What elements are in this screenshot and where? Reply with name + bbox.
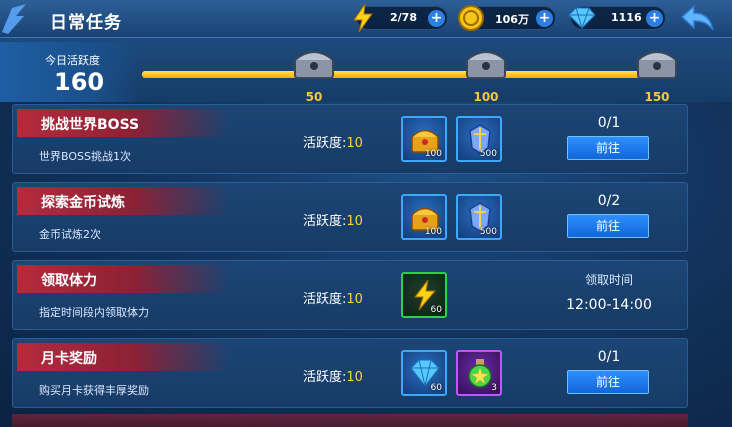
reward-count: 60 <box>430 305 442 315</box>
task-description: 指定时间段内领取体力 <box>39 306 149 319</box>
task-name: 挑战世界BOSS <box>17 109 229 137</box>
reward-count: 3 <box>491 383 497 393</box>
add-gold-button[interactable]: + <box>536 10 553 27</box>
stamina-value: 2/78 <box>390 11 417 24</box>
chest-icon <box>637 51 677 79</box>
stamina-counter: 2/78 + <box>353 3 448 33</box>
task-description: 金币试炼2次 <box>39 228 101 241</box>
task-name: 月卡奖励 <box>17 343 229 371</box>
gold-counter: 106万 + <box>458 5 556 31</box>
milestone-50[interactable]: 50 <box>284 46 344 104</box>
milestone-label: 50 <box>305 90 323 104</box>
lightning-icon <box>353 3 373 33</box>
go-button[interactable]: 前往 <box>567 370 649 394</box>
diamond-value: 1116 <box>611 11 642 24</box>
diamond-counter: 1116 + <box>568 6 666 30</box>
task-row-monthly-card: 月卡奖励 购买月卡获得丰厚奖励 活跃度:10 60 3 0/1 前往 <box>12 338 688 408</box>
activity-section: 今日活跃度 160 50 100 150 <box>0 38 732 104</box>
points-label: 活跃度: <box>303 370 347 385</box>
points-value: 10 <box>346 136 363 151</box>
points-value: 10 <box>346 214 363 229</box>
task-description: 世界BOSS挑战1次 <box>39 150 131 163</box>
task-name: 探索金币试炼 <box>17 187 229 215</box>
task-progress: 0/2 <box>597 193 621 209</box>
points-value: 10 <box>346 370 363 385</box>
task-points: 活跃度:10 <box>303 132 363 151</box>
reward-treasure[interactable]: 100 <box>401 194 447 240</box>
milestone-label: 150 <box>644 90 670 104</box>
activity-progress-fill <box>142 71 668 78</box>
milestone-100[interactable]: 100 <box>456 46 516 104</box>
task-list: 挑战世界BOSS 世界BOSS挑战1次 活跃度:10 100 500 0/1 前… <box>12 104 688 427</box>
points-value: 10 <box>346 292 363 307</box>
go-button[interactable]: 前往 <box>567 214 649 238</box>
task-points: 活跃度:10 <box>303 210 363 229</box>
wing-logo-icon <box>2 4 26 34</box>
task-row-world-boss: 挑战世界BOSS 世界BOSS挑战1次 活跃度:10 100 500 0/1 前… <box>12 104 688 174</box>
points-label: 活跃度: <box>303 292 347 307</box>
reward-count: 100 <box>424 149 442 159</box>
reward-count: 500 <box>479 149 497 159</box>
reward-armor[interactable]: 500 <box>456 194 502 240</box>
claim-time-value: 12:00-14:00 <box>566 297 652 313</box>
reward-count: 60 <box>430 383 442 393</box>
go-button[interactable]: 前往 <box>567 136 649 160</box>
reward-diamond[interactable]: 60 <box>401 350 447 396</box>
page-title: 日常任务 <box>50 13 122 33</box>
milestone-label: 100 <box>473 90 499 104</box>
task-row-claim-stamina: 领取体力 指定时间段内领取体力 活跃度:10 60 领取时间 12:00-14:… <box>12 260 688 330</box>
reward-count: 500 <box>479 227 497 237</box>
today-activity-value: 160 <box>54 68 105 96</box>
today-activity-label: 今日活跃度 <box>45 54 100 67</box>
task-name: 领取体力 <box>17 265 229 293</box>
reward-count: 100 <box>424 227 442 237</box>
reward-armor[interactable]: 500 <box>456 116 502 162</box>
points-label: 活跃度: <box>303 214 347 229</box>
gold-value: 106万 <box>495 13 529 26</box>
chest-icon <box>294 51 334 79</box>
reward-potion[interactable]: 3 <box>456 350 502 396</box>
next-task-edge <box>12 414 688 427</box>
add-diamond-button[interactable]: + <box>646 10 663 27</box>
task-points: 活跃度:10 <box>303 366 363 385</box>
milestone-150[interactable]: 150 <box>627 46 687 104</box>
task-progress: 0/1 <box>597 349 621 365</box>
reward-treasure[interactable]: 100 <box>401 116 447 162</box>
points-label: 活跃度: <box>303 136 347 151</box>
back-arrow-icon[interactable] <box>680 4 716 32</box>
task-points: 活跃度:10 <box>303 288 363 307</box>
task-progress: 0/1 <box>597 115 621 131</box>
claim-time-label: 领取时间 <box>584 273 633 287</box>
chest-icon <box>466 51 506 79</box>
today-activity-box: 今日活跃度 160 <box>0 42 140 102</box>
activity-progress-bar <box>142 71 668 78</box>
diamond-icon <box>568 7 596 30</box>
task-description: 购买月卡获得丰厚奖励 <box>39 384 149 397</box>
task-row-gold-trial: 探索金币试炼 金币试炼2次 活跃度:10 100 500 0/2 前往 <box>12 182 688 252</box>
reward-stamina[interactable]: 60 <box>401 272 447 318</box>
add-stamina-button[interactable]: + <box>428 10 445 27</box>
gold-coin-icon <box>458 5 484 31</box>
top-bar: 日常任务 2/78 + 106万 + 1116 + <box>0 0 732 38</box>
